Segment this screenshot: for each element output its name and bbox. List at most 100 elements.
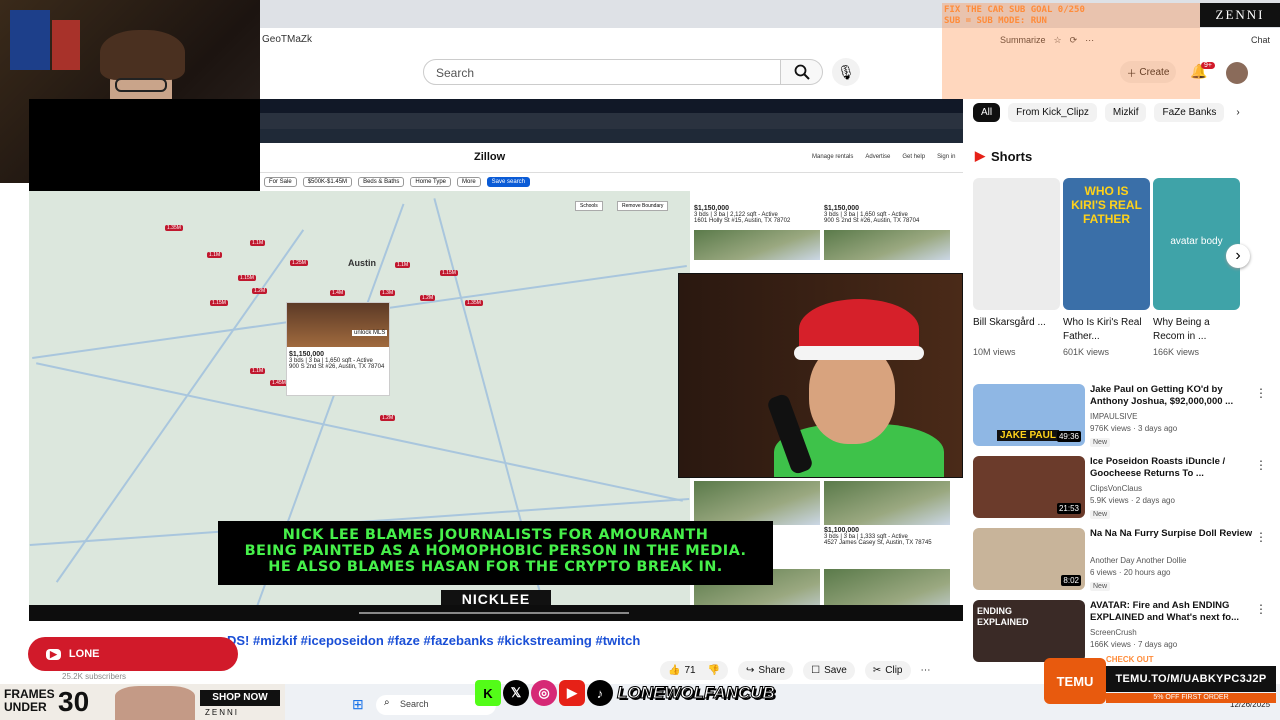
save-icon: ☐ [811, 664, 821, 676]
more-icon[interactable]: ⋯ [921, 665, 931, 676]
poster [52, 20, 80, 70]
more-icon[interactable]: ⋮ [1255, 458, 1267, 472]
zillow-link: Manage rentals [812, 154, 854, 160]
short-thumbnail[interactable]: avatar body [1153, 178, 1240, 310]
save-button[interactable]: ☐ Save [803, 660, 855, 680]
search-button[interactable] [781, 59, 823, 85]
listing-card [694, 481, 820, 525]
listing-price: $1,150,000 [824, 205, 860, 212]
zillow-logo: Zillow [474, 151, 506, 163]
mic-button[interactable]: 🎙 [832, 58, 860, 86]
windows-start-icon[interactable]: ⊞ [352, 696, 364, 713]
search-icon [794, 64, 810, 80]
frames-price: 30 [58, 686, 90, 717]
chip-channel[interactable]: From Kick_Clipz [1008, 103, 1097, 122]
channel-name[interactable]: IMPAULSIVE [1090, 412, 1137, 421]
inner-url-bar [260, 113, 963, 129]
video-meta: 166K views · 7 days ago [1090, 640, 1178, 649]
short-title[interactable]: Bill Skarsgård ... [973, 316, 1053, 330]
recommended-video[interactable]: 21:53 Ice Poseidon Roasts iDuncle / Gooc… [973, 456, 1273, 524]
video-progress-bar[interactable] [29, 605, 963, 621]
temu-check-out: CHECK OUT [1106, 655, 1154, 664]
overlay-line: SUB = SUB MODE: RUN [944, 16, 1047, 26]
listing-photo [824, 230, 950, 260]
chat-button[interactable]: Chat [1251, 35, 1270, 45]
inner-tab-strip [260, 99, 963, 113]
channel-name[interactable]: ScreenCrush [1090, 628, 1137, 637]
chip-all[interactable]: All [973, 103, 1001, 122]
map-price-pin: 1.2M [380, 415, 396, 421]
short-title[interactable]: Who Is Kiri's Real Father... [1063, 316, 1143, 344]
map-city-label: Austin [348, 258, 376, 268]
short-overlay-text: WHO IS KIRI'S REAL FATHER [1071, 184, 1142, 226]
share-button[interactable]: ↪ Share [738, 660, 794, 680]
video-thumbnail[interactable]: 8:02 [973, 528, 1085, 590]
subscriber-count: 25.2K subscribers [62, 672, 127, 681]
video-caption: NICK LEE BLAMES JOURNALISTS FOR AMOURANT… [218, 521, 773, 585]
map-listing-card: $1,150,000 3 bds | 3 ba | 1,650 sqft - A… [286, 302, 390, 396]
notification-count: 9+ [1201, 62, 1215, 69]
hat-brim [794, 346, 924, 360]
glasses [115, 78, 167, 92]
map-price-pin: 1.15M [440, 270, 458, 276]
video-title[interactable]: Na Na Na Furry Surpise Doll Review [1090, 528, 1260, 540]
shorts-heading: ▶ Shorts [975, 148, 1032, 164]
listing-photo [824, 481, 950, 525]
thumb-text: ENDING EXPLAINED [977, 606, 1029, 627]
caption-line: BEING PAINTED AS A HOMOPHOBIC PERSON IN … [244, 543, 747, 559]
map-price-pin: 1.4M [330, 290, 346, 296]
listing-card: $1,100,000 3 bds | 3 ba | 1,333 sqft - A… [824, 481, 950, 546]
video-meta: 6 views · 20 hours ago [1090, 568, 1171, 577]
avatar[interactable] [1226, 62, 1248, 84]
recommended-video[interactable]: 8:02 Na Na Na Furry Surpise Doll Review … [973, 528, 1273, 596]
duration: 49:36 [1056, 431, 1081, 442]
search-input[interactable]: Search [423, 59, 781, 85]
clip-button[interactable]: ✂ Clip [864, 660, 911, 680]
filter-pill: For Sale [264, 177, 297, 187]
youtube-icon: ▶ [46, 648, 61, 660]
map-price-pin: 1.1M [250, 240, 266, 246]
like-button[interactable]: 👍 71 👎 [660, 660, 729, 680]
channel-text: GeoTMaZk [262, 34, 313, 45]
filter-pill: Beds & Baths [358, 177, 405, 187]
channel-text-row: GeoTMaZk [260, 28, 950, 52]
mic-icon: 🎙 [837, 63, 855, 80]
channel-name[interactable]: ClipsVonClaus [1090, 484, 1142, 493]
map-price-pin: 1.35M [165, 225, 183, 231]
chip-fazebanks[interactable]: FaZe Banks [1154, 103, 1225, 122]
channel-name[interactable]: Another Day Another Dollie [1090, 556, 1187, 565]
shorts-next-button[interactable]: › [1226, 244, 1250, 268]
zillow-nav: Manage rentals Advertise Get help Sign i… [812, 154, 955, 160]
caption-line: NICK LEE BLAMES JOURNALISTS FOR AMOURANT… [282, 527, 709, 543]
lone-label: LONE [68, 648, 100, 660]
temu-offer: 5% OFF FIRST ORDER [1106, 693, 1276, 703]
video-thumbnail[interactable]: ENDING EXPLAINED [973, 600, 1085, 662]
video-title[interactable]: AVATAR: Fire and Ash ENDING EXPLAINED an… [1090, 600, 1260, 624]
listing-card: $1,150,000 3 bds | 3 ba | 1,650 sqft - A… [824, 191, 950, 260]
temu-logo: TEMU [1044, 658, 1106, 704]
listing-price: $1,150,000 [289, 351, 325, 358]
frames-text: FRAMES UNDER [4, 687, 55, 714]
video-title[interactable]: Ice Poseidon Roasts iDuncle / Goocheese … [1090, 456, 1260, 480]
chevron-right-icon[interactable]: › [1232, 103, 1243, 122]
shorts-icon: ▶ [975, 148, 985, 163]
video-title[interactable]: Jake Paul on Getting KO'd by Anthony Jos… [1090, 384, 1260, 408]
poster [10, 10, 50, 70]
more-icon[interactable]: ⋮ [1255, 386, 1267, 400]
video-thumbnail[interactable]: JAKE PAUL 49:36 [973, 384, 1085, 446]
short-thumbnail[interactable]: WHO IS KIRI'S REAL FATHER [1063, 178, 1150, 310]
map-price-pin: 1.2M [420, 295, 436, 301]
social-bar: K 𝕏 ◎ ▶ ♪ LONEWOLFANCUB [475, 678, 815, 708]
listing-photo [694, 230, 820, 260]
short-thumbnail[interactable] [973, 178, 1060, 310]
thumbs-down-icon[interactable]: 👎 [708, 665, 720, 676]
chip-mizkif[interactable]: Mizkif [1104, 103, 1147, 122]
video-thumbnail[interactable]: 21:53 [973, 456, 1085, 518]
shorts-label: Shorts [991, 148, 1033, 164]
more-icon[interactable]: ⋮ [1255, 530, 1267, 544]
recommended-video[interactable]: JAKE PAUL 49:36 Jake Paul on Getting KO'd… [973, 384, 1273, 452]
map-price-pin: 1.1M [250, 368, 266, 374]
subscribe-overlay-button[interactable]: ▶ LONE [28, 637, 238, 671]
more-icon[interactable]: ⋮ [1255, 602, 1267, 616]
short-title[interactable]: Why Being a Recom in ... [1153, 316, 1233, 344]
